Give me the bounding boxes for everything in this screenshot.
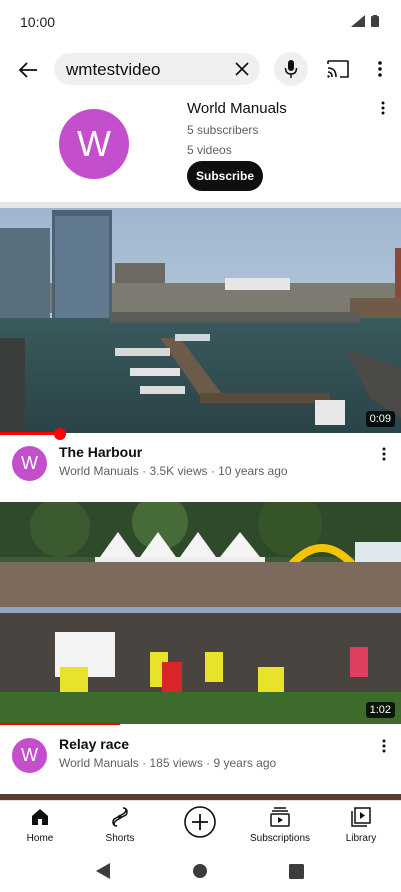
video-item-harbour[interactable]: W The Harbour World Manuals · 3.5K views… [0,436,401,492]
video-title[interactable]: Relay race [59,736,129,752]
nav-library-label: Library [345,833,377,844]
circle-home-icon [193,864,207,878]
more-vert-icon [381,101,385,115]
system-recents-button[interactable] [285,860,307,882]
watch-progress-fill [0,723,120,725]
system-navigation-bar [0,850,401,892]
channel-result[interactable]: W World Manuals 5 subscribers 5 videos S… [0,96,401,202]
back-button[interactable] [14,56,42,84]
video-meta: World Manuals · 185 views · 9 years ago [59,756,277,770]
more-vert-icon [382,447,386,461]
close-icon [235,62,249,76]
nav-subscriptions-label: Subscriptions [249,833,311,844]
search-bar: wmtestvideo [0,48,401,92]
battery-icon [371,15,379,27]
video-thumbnail-relay-race[interactable]: 1:02 [0,502,401,724]
signal-icon [351,15,365,27]
cast-button[interactable] [325,56,351,82]
video-meta: World Manuals · 3.5K views · 10 years ag… [59,464,288,478]
microphone-icon [284,60,298,78]
channel-video-count: 5 videos [187,143,232,157]
nav-shorts[interactable]: Shorts [80,805,160,849]
channel-subscribers: 5 subscribers [187,123,259,137]
harbour-thumbnail-image [0,208,401,433]
status-time: 10:00 [20,14,56,30]
nav-subscriptions[interactable]: Subscriptions [240,805,320,849]
more-vert-icon [378,61,382,77]
video-title[interactable]: The Harbour [59,444,142,460]
nav-create[interactable] [160,805,240,849]
bottom-navigation: Home Shorts Subscriptions Library [0,800,401,850]
subscriptions-icon [268,805,292,829]
status-icons [351,15,379,27]
video-channel-avatar[interactable]: W [12,738,47,773]
home-icon [28,805,52,829]
video-item-relay-race[interactable]: W Relay race World Manuals · 185 views ·… [0,728,401,784]
video-more-button[interactable] [379,444,389,464]
video-more-button[interactable] [379,736,389,756]
triangle-back-icon [96,863,110,879]
channel-name: World Manuals [187,100,287,117]
watch-progress-fill [0,432,61,435]
subscribe-button[interactable]: Subscribe [187,161,263,191]
more-options-button[interactable] [370,56,390,82]
video-duration: 1:02 [365,702,395,718]
video-thumbnail-harbour[interactable]: 0:09 [0,208,401,433]
back-arrow-icon [18,62,37,78]
nav-shorts-label: Shorts [105,833,135,844]
search-query: wmtestvideo [66,60,161,79]
nav-home[interactable]: Home [0,805,80,849]
status-bar: 10:00 [0,0,401,44]
shorts-icon [108,805,132,829]
video-channel-avatar[interactable]: W [12,446,47,481]
relay-race-thumbnail-image [0,502,401,724]
square-recents-icon [288,863,304,879]
more-vert-icon [382,739,386,753]
system-back-button[interactable] [92,860,114,882]
library-icon [349,805,373,829]
channel-more-button[interactable] [375,98,391,118]
nav-library[interactable]: Library [321,805,401,849]
video-duration: 0:09 [365,411,395,427]
system-home-button[interactable] [189,860,211,882]
clear-search-button[interactable] [232,59,252,79]
create-icon [183,805,217,839]
cast-icon [327,60,349,78]
watch-progress-bar [0,428,401,440]
channel-avatar[interactable]: W [59,109,129,179]
nav-home-label: Home [26,833,54,844]
voice-search-button[interactable] [274,52,308,86]
search-input[interactable]: wmtestvideo [54,53,260,85]
